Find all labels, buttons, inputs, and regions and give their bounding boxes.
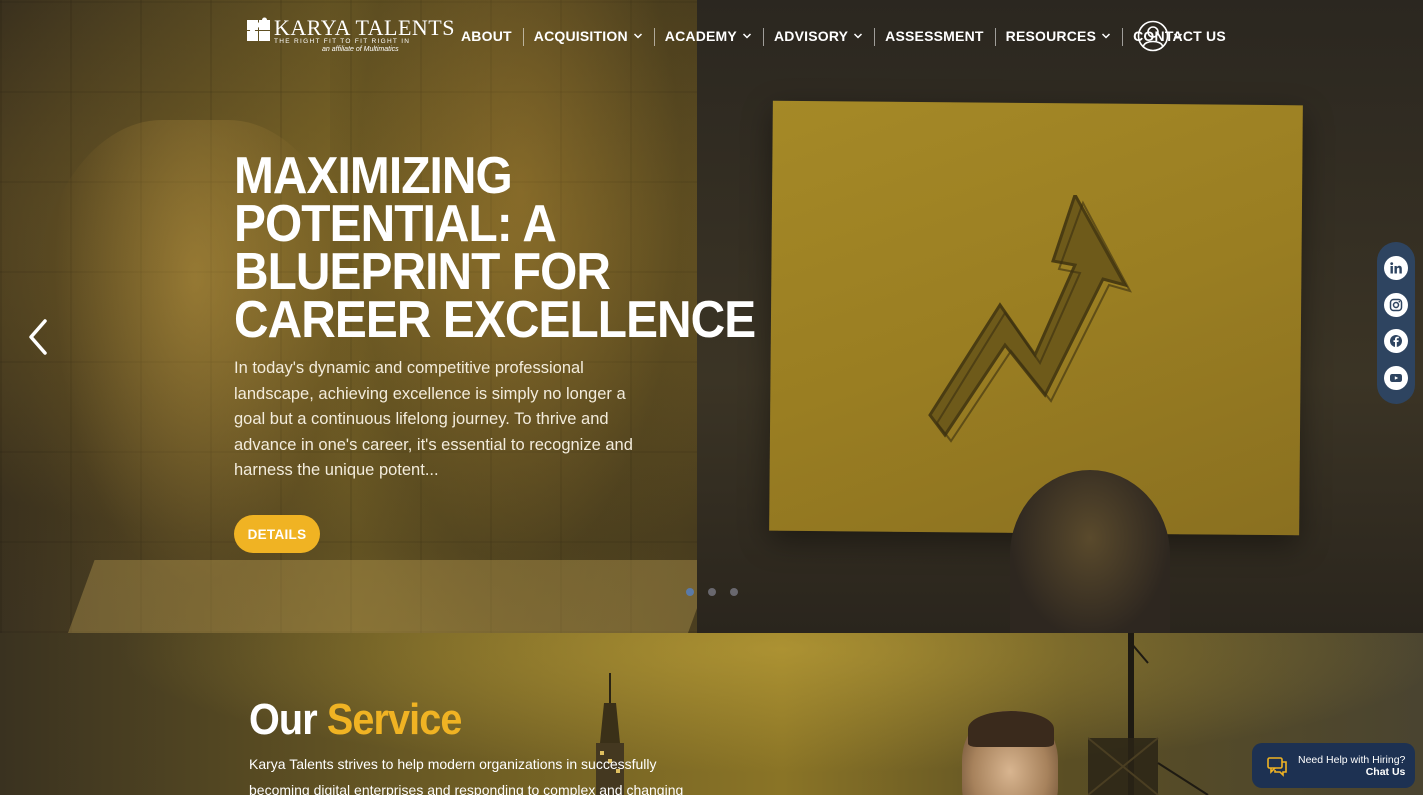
main-menu: ABOUT ACQUISITION ACADEMY ADVISORY ASSES…: [450, 24, 1237, 48]
slider-dot-3[interactable]: [730, 588, 738, 596]
chat-widget-line1: Need Help with Hiring?: [1298, 753, 1406, 766]
chat-widget-button[interactable]: Need Help with Hiring? Chat Us: [1252, 743, 1415, 788]
instagram-icon[interactable]: [1384, 292, 1408, 317]
hero-photo-blueprint: [65, 560, 715, 633]
hero-description: In today's dynamic and competitive profe…: [234, 359, 633, 479]
hero-title: MAXIMIZING POTENTIAL: A BLUEPRINT FOR CA…: [234, 147, 756, 349]
services-title: Our Service: [249, 695, 463, 745]
logo-tagline: THE RIGHT FIT TO FIT RIGHT IN: [274, 38, 411, 45]
slider-dot-1[interactable]: [686, 588, 694, 596]
nav-about[interactable]: ABOUT: [450, 26, 523, 46]
nav-assessment-label: ASSESSMENT: [885, 28, 984, 44]
logo-affiliate: an affiliate of Multimatics: [322, 46, 399, 53]
services-description: Karya Talents strives to help modern org…: [249, 756, 684, 795]
logo-title: KARYA TALENTS: [274, 15, 455, 40]
social-sidebar: [1377, 242, 1415, 404]
services-title-plain: Our: [249, 695, 318, 744]
chat-widget-text: Need Help with Hiring? Chat Us: [1298, 754, 1405, 778]
nav-about-label: ABOUT: [461, 28, 512, 44]
user-icon: [1137, 20, 1169, 52]
nav-assessment[interactable]: ASSESSMENT: [874, 26, 994, 46]
services-title-accent: Service: [326, 695, 463, 744]
nav-academy[interactable]: ACADEMY: [653, 26, 763, 46]
services-section: Our Service Karya Talents strives to hel…: [0, 633, 1423, 795]
chat-bubble-icon: [1267, 756, 1287, 777]
slider-pagination: [686, 588, 738, 596]
linkedin-icon[interactable]: [1384, 256, 1408, 281]
nav-academy-label: ACADEMY: [664, 28, 737, 44]
chevron-down-icon: [1173, 33, 1183, 39]
brand-logo[interactable]: KARYA TALENTS THE RIGHT FIT TO FIT RIGHT…: [246, 16, 454, 56]
youtube-icon[interactable]: [1384, 365, 1408, 390]
person-portrait-hair: [968, 711, 1054, 747]
growth-arrow-graphic: [928, 195, 1132, 443]
chevron-down-icon: [854, 33, 863, 39]
nav-resources[interactable]: RESOURCES: [994, 26, 1122, 46]
puzzle-logo-icon: [247, 17, 270, 41]
chevron-down-icon: [742, 33, 751, 39]
nav-advisory-label: ADVISORY: [773, 28, 849, 44]
details-button[interactable]: DETAILS: [234, 515, 320, 553]
slider-prev-arrow-icon[interactable]: [26, 318, 50, 356]
nav-acquisition-label: ACQUISITION: [533, 28, 628, 44]
top-navigation: KARYA TALENTS THE RIGHT FIT TO FIT RIGHT…: [0, 0, 1423, 72]
nav-resources-label: RESOURCES: [1005, 28, 1097, 44]
slider-dot-2[interactable]: [708, 588, 716, 596]
nav-acquisition[interactable]: ACQUISITION: [522, 26, 654, 46]
chat-widget-line2: Chat Us: [1365, 765, 1406, 778]
chevron-down-icon: [1102, 33, 1111, 39]
user-menu-button[interactable]: [1137, 19, 1185, 53]
chevron-down-icon: [633, 33, 642, 39]
nav-advisory[interactable]: ADVISORY: [762, 26, 874, 46]
hero-photo-hand: [1010, 470, 1170, 633]
facebook-icon[interactable]: [1384, 329, 1408, 354]
